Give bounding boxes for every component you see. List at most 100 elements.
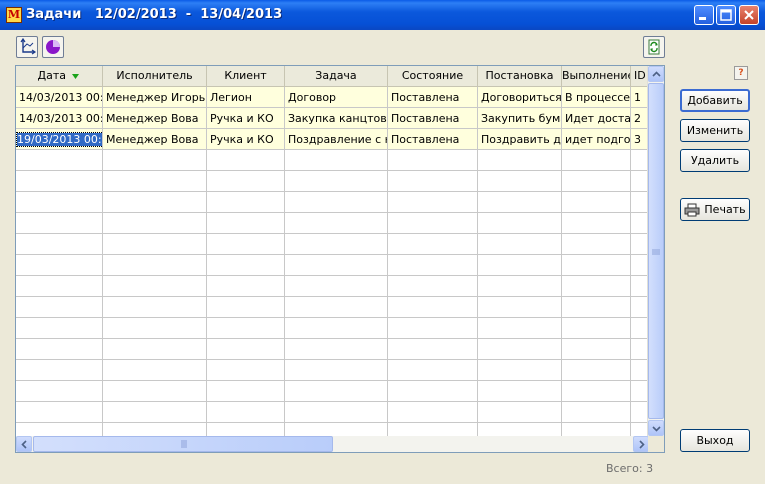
refresh-button[interactable] (643, 36, 665, 58)
table-cell[interactable] (285, 150, 388, 171)
table-cell[interactable] (207, 297, 285, 318)
close-button[interactable] (739, 5, 759, 25)
table-cell[interactable] (16, 255, 103, 276)
table-cell[interactable] (103, 213, 207, 234)
table-cell[interactable] (478, 192, 562, 213)
table-cell[interactable]: Поставлена (388, 108, 478, 129)
table-cell[interactable]: Закупка канцтоваро (285, 108, 388, 129)
chart-axes-button[interactable] (16, 36, 38, 58)
table-cell[interactable] (207, 318, 285, 339)
table-cell[interactable] (562, 171, 631, 192)
empty-table-row[interactable] (16, 234, 651, 255)
table-cell[interactable]: Идет достав (562, 108, 631, 129)
empty-table-row[interactable] (16, 276, 651, 297)
table-cell[interactable] (388, 318, 478, 339)
table-cell[interactable] (207, 381, 285, 402)
table-cell[interactable] (478, 318, 562, 339)
table-cell[interactable] (16, 402, 103, 423)
table-cell[interactable] (562, 339, 631, 360)
table-cell[interactable] (478, 402, 562, 423)
table-cell[interactable] (388, 150, 478, 171)
table-cell[interactable] (478, 171, 562, 192)
table-cell[interactable]: Менеджер Вова (103, 108, 207, 129)
table-cell[interactable] (103, 318, 207, 339)
table-cell[interactable] (103, 381, 207, 402)
empty-table-row[interactable] (16, 255, 651, 276)
table-cell[interactable] (562, 402, 631, 423)
maximize-button[interactable] (716, 5, 736, 25)
table-cell[interactable] (562, 213, 631, 234)
column-header-executor[interactable]: Исполнитель (103, 66, 207, 86)
table-cell[interactable] (478, 213, 562, 234)
table-cell[interactable] (478, 381, 562, 402)
table-cell[interactable] (388, 402, 478, 423)
table-cell[interactable] (562, 150, 631, 171)
empty-table-row[interactable] (16, 360, 651, 381)
table-cell[interactable] (478, 255, 562, 276)
table-row[interactable]: 19/03/2013 00:0 Менеджер Вова Ручка и КО По… (16, 129, 651, 150)
table-cell[interactable] (103, 339, 207, 360)
table-cell[interactable] (207, 255, 285, 276)
table-cell[interactable] (16, 339, 103, 360)
table-cell[interactable] (16, 192, 103, 213)
table-cell[interactable] (562, 381, 631, 402)
horizontal-scroll-thumb[interactable] (33, 436, 333, 452)
table-cell[interactable]: 14/03/2013 00:00 (16, 87, 103, 108)
delete-button[interactable]: Удалить (680, 149, 750, 172)
table-cell[interactable] (207, 276, 285, 297)
table-cell[interactable] (207, 360, 285, 381)
table-cell[interactable] (562, 255, 631, 276)
table-cell[interactable] (207, 234, 285, 255)
print-button[interactable]: Печать (680, 198, 750, 221)
table-cell[interactable] (103, 297, 207, 318)
table-cell[interactable] (103, 171, 207, 192)
table-cell[interactable] (207, 339, 285, 360)
table-cell[interactable] (285, 381, 388, 402)
table-cell[interactable] (478, 150, 562, 171)
scroll-right-button[interactable] (633, 436, 649, 452)
column-header-task[interactable]: Задача (285, 66, 388, 86)
table-cell[interactable] (285, 339, 388, 360)
edit-button[interactable]: Изменить (680, 119, 750, 142)
table-cell[interactable] (16, 276, 103, 297)
table-cell[interactable] (285, 171, 388, 192)
table-cell[interactable] (103, 276, 207, 297)
table-cell[interactable] (16, 234, 103, 255)
table-cell[interactable] (103, 234, 207, 255)
table-cell[interactable] (562, 192, 631, 213)
table-cell[interactable] (207, 171, 285, 192)
table-cell[interactable]: Ручка и КО (207, 108, 285, 129)
table-cell[interactable] (16, 381, 103, 402)
exit-button[interactable]: Выход (680, 429, 750, 452)
table-cell[interactable]: Поздравить дир (478, 129, 562, 150)
table-row[interactable]: 14/03/2013 00:00 Менеджер Игорь Легион Дого… (16, 87, 651, 108)
table-cell[interactable] (285, 360, 388, 381)
empty-table-row[interactable] (16, 297, 651, 318)
table-cell[interactable] (103, 150, 207, 171)
table-cell[interactable] (285, 402, 388, 423)
table-cell[interactable] (207, 402, 285, 423)
pie-chart-button[interactable] (42, 36, 64, 58)
table-cell[interactable]: Поставлена (388, 129, 478, 150)
table-cell[interactable] (562, 297, 631, 318)
table-cell[interactable] (285, 255, 388, 276)
table-cell[interactable]: 19/03/2013 00:0 (16, 129, 103, 150)
vertical-scrollbar[interactable] (647, 66, 664, 436)
title-bar[interactable]: M Задачи 12/02/2013 - 13/04/2013 (0, 0, 765, 30)
table-row[interactable]: 14/03/2013 00:00 Менеджер Вова Ручка и КО З… (16, 108, 651, 129)
column-header-execution[interactable]: Выполнение (562, 66, 631, 86)
table-cell[interactable] (388, 276, 478, 297)
help-button[interactable]: ? (734, 66, 748, 80)
empty-table-row[interactable] (16, 318, 651, 339)
table-cell[interactable] (207, 213, 285, 234)
table-cell[interactable]: В процессе п (562, 87, 631, 108)
horizontal-scrollbar[interactable] (16, 436, 649, 452)
scroll-left-button[interactable] (16, 436, 32, 452)
table-cell[interactable] (103, 360, 207, 381)
empty-table-row[interactable] (16, 339, 651, 360)
table-cell[interactable] (16, 360, 103, 381)
empty-table-row[interactable] (16, 402, 651, 423)
table-cell[interactable] (285, 297, 388, 318)
table-cell[interactable] (207, 150, 285, 171)
table-cell[interactable]: Менеджер Игорь (103, 87, 207, 108)
